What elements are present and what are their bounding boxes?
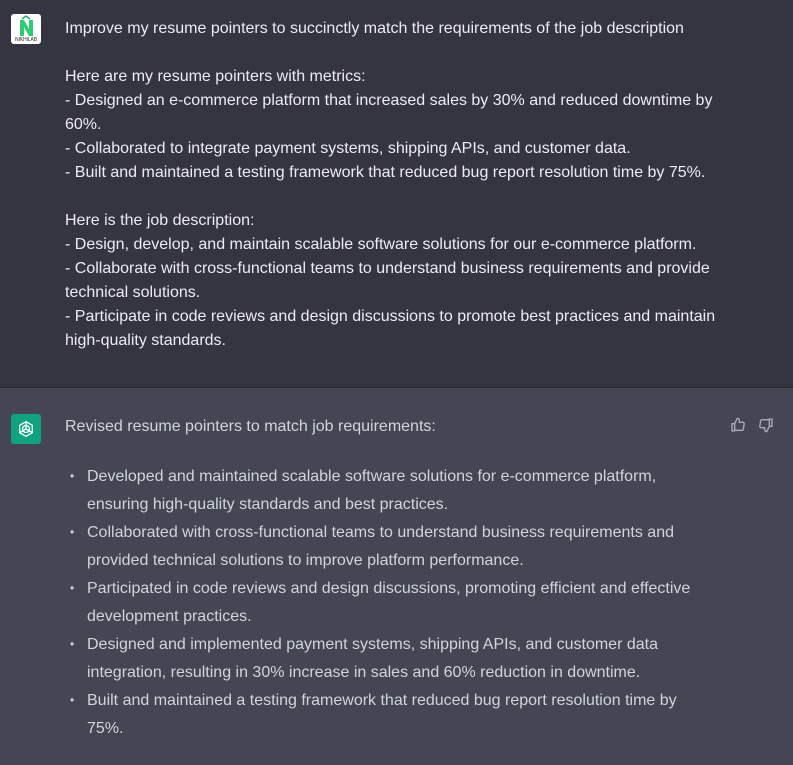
prompt-line: - Collaborate with cross-functional team… [65, 260, 710, 277]
thumbs-up-icon [731, 417, 745, 432]
bullet-icon: • [70, 637, 75, 651]
assistant-intro-text: Revised resume pointers to match job req… [65, 418, 436, 435]
bullet-icon: • [70, 469, 75, 483]
user-avatar-caption: NIKHILAB [15, 37, 37, 43]
list-item-text: Participated in code reviews and design … [87, 580, 691, 625]
prompt-line: Improve my resume pointers to succinctly… [65, 20, 684, 37]
prompt-line: - Built and maintained a testing framewo… [65, 164, 706, 181]
list-item: • Participated in code reviews and design… [65, 575, 705, 631]
prompt-line: 60%. [65, 116, 102, 133]
bullet-icon: • [70, 581, 75, 595]
assistant-avatar [11, 414, 41, 444]
user-message: NIKHILAB Improve my resume pointers to s… [0, 0, 793, 388]
list-item-text: Collaborated with cross-functional teams… [87, 524, 674, 569]
prompt-line: technical solutions. [65, 284, 201, 301]
bullet-icon: • [70, 525, 75, 539]
user-prompt-text: Improve my resume pointers to succinctly… [65, 17, 725, 353]
list-item-text: Designed and implemented payment systems… [87, 636, 658, 681]
list-item: • Built and maintained a testing framewor… [65, 687, 705, 743]
prompt-line: Here is the job description: [65, 212, 255, 229]
prompt-line: - Designed an e-commerce platform that i… [65, 92, 713, 109]
list-item-text: Developed and maintained scalable softwa… [87, 468, 657, 513]
openai-logo-icon [19, 421, 33, 437]
thumbs-down-button[interactable] [757, 416, 775, 434]
list-item: • Designed and implemented payment system… [65, 631, 705, 687]
prompt-line: - Design, develop, and maintain scalable… [65, 236, 697, 253]
list-item: • Developed and maintained scalable softw… [65, 463, 705, 519]
thumbs-down-icon [759, 418, 773, 433]
prompt-line: Here are my resume pointers with metrics… [65, 68, 366, 85]
list-item-text: Built and maintained a testing framework… [87, 692, 677, 737]
bullet-icon: • [70, 693, 75, 707]
prompt-line: high-quality standards. [65, 332, 226, 349]
user-avatar: NIKHILAB [11, 14, 41, 44]
list-item: • Collaborated with cross-functional team… [65, 519, 705, 575]
thumbs-up-button[interactable] [729, 416, 747, 434]
prompt-line: - Participate in code reviews and design… [65, 308, 716, 325]
prompt-line: - Collaborated to integrate payment syst… [65, 140, 631, 157]
assistant-bullet-list: • Developed and maintained scalable softw… [65, 463, 705, 743]
